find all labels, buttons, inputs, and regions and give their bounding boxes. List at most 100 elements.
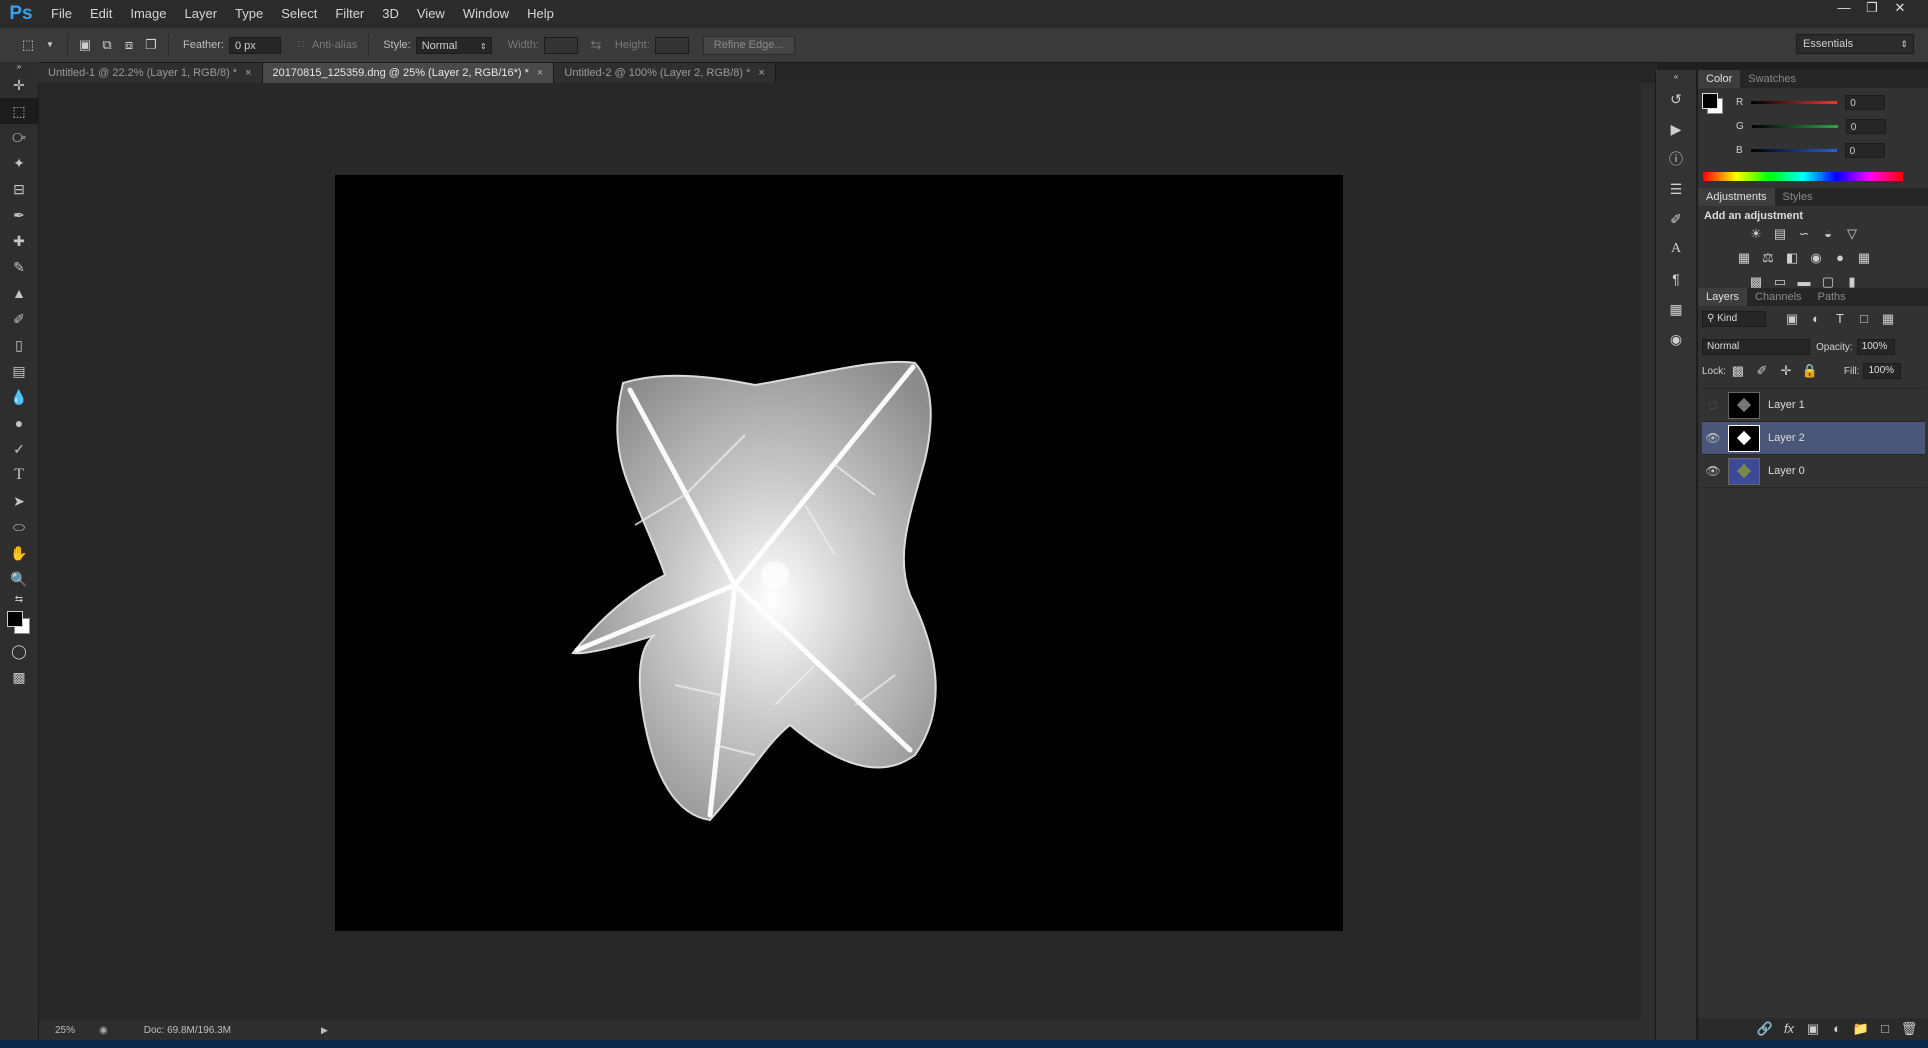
fx-icon[interactable]: fx [1777,1017,1801,1041]
collapse-icon[interactable]: « [1656,70,1696,84]
layer-name[interactable]: Layer 0 [1768,465,1805,477]
layer-row[interactable]: 👁 Layer 0 [1702,455,1925,488]
antialias-checkbox[interactable]: □ [293,37,309,53]
menu-file[interactable]: File [42,0,81,28]
lasso-tool-icon[interactable]: ⧂ [0,124,38,150]
intersect-selection-icon[interactable]: ❐ [143,37,159,53]
tab-swatches[interactable]: Swatches [1740,70,1804,88]
channel-value[interactable]: 0 [1845,118,1886,134]
menu-3d[interactable]: 3D [373,0,408,28]
trash-icon[interactable]: 🗑 [1897,1017,1921,1041]
refine-edge-button[interactable]: Refine Edge... [702,35,795,55]
close-icon[interactable]: × [245,63,251,83]
add-mask-icon[interactable]: ▣ [1801,1017,1825,1041]
layer-name[interactable]: Layer 1 [1768,399,1805,411]
healing-brush-icon[interactable]: ✚ [0,228,38,254]
actions-icon[interactable]: ▶ [1656,114,1696,144]
history-icon[interactable]: ↺ [1656,84,1696,114]
eye-icon[interactable]: 👁 [1702,431,1724,445]
3d-icon[interactable]: ▦ [1656,294,1696,324]
color-spectrum-bar[interactable] [1703,172,1903,181]
menu-type[interactable]: Type [226,0,272,28]
tab-20170815-dng[interactable]: 20170815_125359.dng @ 25% (Layer 2, RGB/… [262,63,555,83]
slider-r[interactable]: R 0 [1736,90,1886,114]
info-icon[interactable]: ⓘ [1656,144,1696,174]
chevron-down-icon[interactable]: ▼ [42,37,58,53]
style-select[interactable]: Normal ⇕ [415,36,492,54]
tab-untitled-1[interactable]: Untitled-1 @ 22.2% (Layer 1, RGB/8) * × [38,63,263,83]
menu-image[interactable]: Image [121,0,175,28]
restore-icon[interactable]: ❐ [1858,0,1886,18]
menu-edit[interactable]: Edit [81,0,121,28]
feather-input[interactable]: 0 px [228,36,281,54]
move-tool-icon[interactable]: ✛ [0,72,38,98]
levels-icon[interactable]: ▤ [1768,222,1792,246]
smart-object-filter-icon[interactable]: ▦ [1876,307,1900,331]
slider-track[interactable] [1751,100,1838,104]
lock-position-icon[interactable]: ✛ [1774,359,1798,383]
status-info-icon[interactable]: ◉ [99,1025,108,1036]
close-icon[interactable]: × [758,63,764,83]
history-brush-icon[interactable]: ✐ [0,306,38,332]
blend-mode-select[interactable]: Normal [1702,339,1810,355]
new-selection-icon[interactable]: ▣ [77,37,93,53]
brush-tool-icon[interactable]: ✎ [0,254,38,280]
color-balance-icon[interactable]: ⚖ [1756,246,1780,270]
hand-tool-icon[interactable]: ✋ [0,540,38,566]
subtract-selection-icon[interactable]: ⧈ [121,37,137,53]
add-selection-icon[interactable]: ⧉ [99,37,115,53]
character-icon[interactable]: A [1656,234,1696,264]
new-adjustment-icon[interactable]: ◐ [1825,1017,1849,1041]
psd-icon[interactable]: ◉ [1656,324,1696,354]
lock-transparent-icon[interactable]: ▩ [1726,359,1750,383]
opacity-input[interactable]: 100% [1856,339,1895,355]
adjustment-filter-icon[interactable]: ◐ [1804,307,1828,331]
blur-tool-icon[interactable]: 💧 [0,384,38,410]
filter-kind-select[interactable]: ⚲ Kind [1702,311,1766,327]
menu-view[interactable]: View [408,0,454,28]
close-icon[interactable]: ✕ [1886,0,1914,18]
close-icon[interactable]: × [537,63,543,83]
paragraph-icon[interactable]: ¶ [1656,264,1696,294]
tab-color[interactable]: Color [1698,70,1741,88]
link-layers-icon[interactable]: 🔗 [1753,1017,1777,1041]
dodge-tool-icon[interactable]: ● [0,410,38,436]
layer-name[interactable]: Layer 2 [1768,432,1805,444]
slider-track[interactable] [1751,124,1838,128]
channel-value[interactable]: 0 [1845,94,1886,110]
vibrance-icon[interactable]: ▽ [1840,222,1864,246]
minimize-icon[interactable]: — [1830,0,1858,18]
slider-b[interactable]: B 0 [1736,138,1886,162]
brightness-icon[interactable]: ☀ [1744,222,1768,246]
width-input[interactable] [543,36,578,54]
tab-untitled-2[interactable]: Untitled-2 @ 100% (Layer 2, RGB/8) * × [554,63,776,83]
color-swatches[interactable] [0,608,38,638]
quick-select-tool-icon[interactable]: ✦ [0,150,38,176]
lock-image-icon[interactable]: ✐ [1750,359,1774,383]
menu-help[interactable]: Help [518,0,563,28]
tab-paths[interactable]: Paths [1810,288,1854,306]
new-group-icon[interactable]: 📁 [1849,1017,1873,1041]
type-tool-icon[interactable]: T [0,462,38,488]
shape-filter-icon[interactable]: □ [1852,307,1876,331]
tab-adjustments[interactable]: Adjustments [1698,188,1775,206]
layer-row[interactable]: □ Layer 1 [1702,389,1925,422]
visibility-toggle[interactable]: □ [1702,398,1724,412]
zoom-tool-icon[interactable]: 🔍 [0,566,38,592]
lock-all-icon[interactable]: 🔒 [1798,359,1822,383]
height-input[interactable] [654,36,689,54]
tab-layers[interactable]: Layers [1698,288,1748,306]
document-canvas[interactable] [335,175,1343,931]
rect-marquee-icon[interactable]: ⬚ [20,37,36,53]
clone-stamp-icon[interactable]: ▲ [0,280,38,306]
quick-mask-icon[interactable]: ◯ [0,638,38,664]
zoom-level[interactable]: 25% [55,1025,95,1036]
menu-select[interactable]: Select [272,0,326,28]
workspace-select[interactable]: Essentials ⇕ [1796,34,1914,54]
brush-presets-icon[interactable]: ✐ [1656,204,1696,234]
ellipse-tool-icon[interactable]: ⬭ [0,514,38,540]
photo-filter-icon[interactable]: ◉ [1804,246,1828,270]
menu-layer[interactable]: Layer [176,0,227,28]
swap-icon[interactable]: ⇆ [588,37,604,53]
menu-window[interactable]: Window [454,0,518,28]
